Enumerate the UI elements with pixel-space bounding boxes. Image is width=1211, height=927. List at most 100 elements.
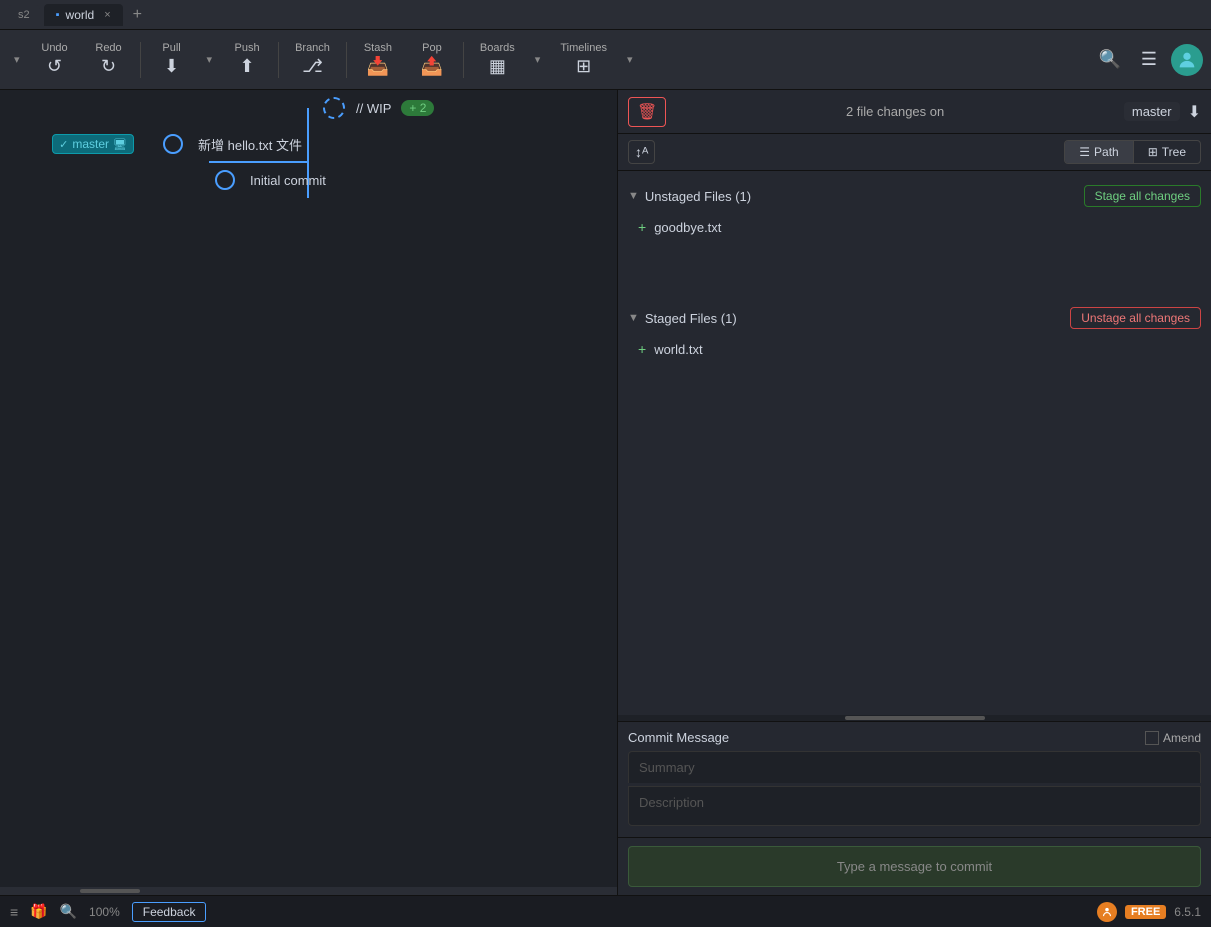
scrollbar-thumb[interactable] (80, 889, 140, 893)
amend-label: Amend (1163, 731, 1201, 745)
add-icon: + (638, 219, 646, 235)
git-graph-panel: // WIP + 2 ✓ master 🖥 新增 hello.txt 文件 (0, 90, 618, 895)
path-label: Path (1094, 145, 1119, 159)
tab-label: world (66, 8, 95, 22)
prev-tab[interactable]: s2 (8, 5, 40, 25)
gitkraken-logo (1097, 902, 1117, 922)
commit-row-2[interactable]: Initial commit (0, 162, 617, 198)
boards-button[interactable]: Boards ▦ (470, 38, 525, 81)
timelines-label: Timelines (560, 42, 607, 54)
zoom-icon: 🔍 (60, 903, 77, 920)
wip-dot (320, 97, 348, 119)
chevron-down-icon-2: ▼ (628, 312, 639, 324)
commit-button[interactable]: Type a message to commit (628, 846, 1201, 887)
commit-node-2 (214, 169, 236, 191)
free-badge: FREE (1125, 905, 1166, 919)
view-toggle: ☰ Path ⊞ Tree (1064, 140, 1201, 164)
tree-icon: ⊞ (1148, 145, 1158, 159)
sep1 (140, 42, 141, 78)
stash-label: Stash (364, 42, 392, 54)
unstaged-section-header[interactable]: ▼ Unstaged Files (1) Stage all changes (618, 179, 1211, 213)
branch-button[interactable]: Branch ⎇ (285, 38, 340, 81)
commit-message-label: Commit Message (628, 730, 1145, 745)
push-button[interactable]: Push ⬆ (222, 38, 272, 81)
timelines-button[interactable]: Timelines ⊞ (550, 38, 617, 81)
horizontal-scrollbar[interactable] (0, 887, 617, 895)
tree-view-button[interactable]: ⊞ Tree (1134, 141, 1200, 163)
wip-label: // WIP (356, 101, 391, 116)
staged-file-item[interactable]: + world.txt (618, 335, 1211, 363)
download-button[interactable]: ⬇ (1188, 102, 1201, 122)
title-bar: s2 ▪ world × + (0, 0, 1211, 30)
discard-all-button[interactable]: 🗑 (628, 97, 666, 127)
commit-message-section: Commit Message Amend (618, 721, 1211, 837)
redo-icon: ↻ (101, 56, 116, 77)
undo-button[interactable]: Undo ↺ (30, 38, 80, 81)
commit-node-1 (162, 133, 184, 155)
add-icon-2: + (638, 341, 646, 357)
version-label: 6.5.1 (1174, 905, 1201, 919)
graph-empty-space (0, 198, 617, 887)
pop-icon: 📤 (421, 56, 443, 77)
main-content: // WIP + 2 ✓ master 🖥 新增 hello.txt 文件 (0, 90, 1211, 895)
boards-dropdown[interactable]: ▾ (529, 49, 547, 70)
amend-checkbox[interactable] (1145, 731, 1159, 745)
commit-header: Commit Message Amend (628, 730, 1201, 745)
timelines-dropdown[interactable]: ▾ (621, 49, 639, 70)
path-view-button[interactable]: ☰ Path (1065, 141, 1133, 163)
pull-button[interactable]: Pull ⬇ (147, 38, 197, 81)
description-input[interactable] (628, 786, 1201, 826)
summary-input[interactable] (628, 751, 1201, 783)
branch-label: ✓ master 🖥 (52, 134, 134, 154)
add-tab-button[interactable]: + (127, 6, 148, 24)
chevron-down-icon: ▼ (628, 190, 639, 202)
unstage-all-button[interactable]: Unstage all changes (1070, 307, 1201, 329)
branch-badge: master (1124, 102, 1180, 121)
push-label: Push (235, 42, 260, 54)
path-icon: ☰ (1079, 145, 1090, 159)
gift-icon[interactable]: 🎁 (30, 903, 47, 920)
avatar[interactable] (1171, 44, 1203, 76)
toolbar: ▾ Undo ↺ Redo ↻ Pull ⬇ ▾ Push ⬆ Branch ⎇… (0, 30, 1211, 90)
undo-label: Undo (41, 42, 67, 54)
redo-button[interactable]: Redo ↻ (84, 38, 134, 81)
pull-label: Pull (162, 42, 180, 54)
status-bar: ≡ 🎁 🔍 100% Feedback FREE 6.5.1 (0, 895, 1211, 927)
staged-filename: world.txt (654, 342, 702, 357)
stage-all-button[interactable]: Stage all changes (1084, 185, 1201, 207)
pop-button[interactable]: Pop 📤 (407, 38, 457, 81)
unstaged-file-item[interactable]: + goodbye.txt (618, 213, 1211, 241)
pull-dropdown[interactable]: ▾ (201, 49, 219, 70)
sep3 (346, 42, 347, 78)
dropdown-arrow[interactable]: ▾ (8, 49, 26, 70)
current-tab[interactable]: ▪ world × (44, 4, 123, 26)
stash-icon: 📥 (367, 56, 389, 77)
branch-label: Branch (295, 42, 330, 54)
search-button[interactable]: 🔍 (1092, 45, 1126, 74)
staged-section-header[interactable]: ▼ Staged Files (1) Unstage all changes (618, 301, 1211, 335)
branch-icon: ⎇ (302, 56, 323, 77)
monitor-icon: 🖥 (113, 138, 127, 151)
commit-button-row: Type a message to commit (618, 837, 1211, 895)
sep4 (463, 42, 464, 78)
prev-tab-label: s2 (18, 9, 30, 21)
folder-icon: ▪ (56, 9, 60, 21)
sep2 (278, 42, 279, 78)
unstaged-filename: goodbye.txt (654, 220, 721, 235)
right-panel-header: 🗑 2 file changes on master ⬇ (618, 90, 1211, 134)
stash-button[interactable]: Stash 📥 (353, 38, 403, 81)
wip-badge: + 2 (401, 100, 434, 116)
boards-label: Boards (480, 42, 515, 54)
commit-row-1[interactable]: ✓ master 🖥 新增 hello.txt 文件 (0, 126, 617, 162)
list-icon[interactable]: ≡ (10, 904, 18, 920)
feedback-button[interactable]: Feedback (132, 902, 207, 922)
tab-close-button[interactable]: × (104, 9, 110, 21)
menu-button[interactable]: ☰ (1135, 45, 1163, 74)
toolbar-right: 🔍 ☰ (1092, 44, 1203, 76)
push-icon: ⬆ (240, 56, 255, 77)
pull-icon: ⬇ (164, 56, 179, 77)
check-icon: ✓ (59, 138, 68, 151)
branch-name: master (72, 137, 109, 151)
wip-row[interactable]: // WIP + 2 (0, 90, 617, 126)
sort-button[interactable]: ↕ᴬ (628, 140, 655, 164)
